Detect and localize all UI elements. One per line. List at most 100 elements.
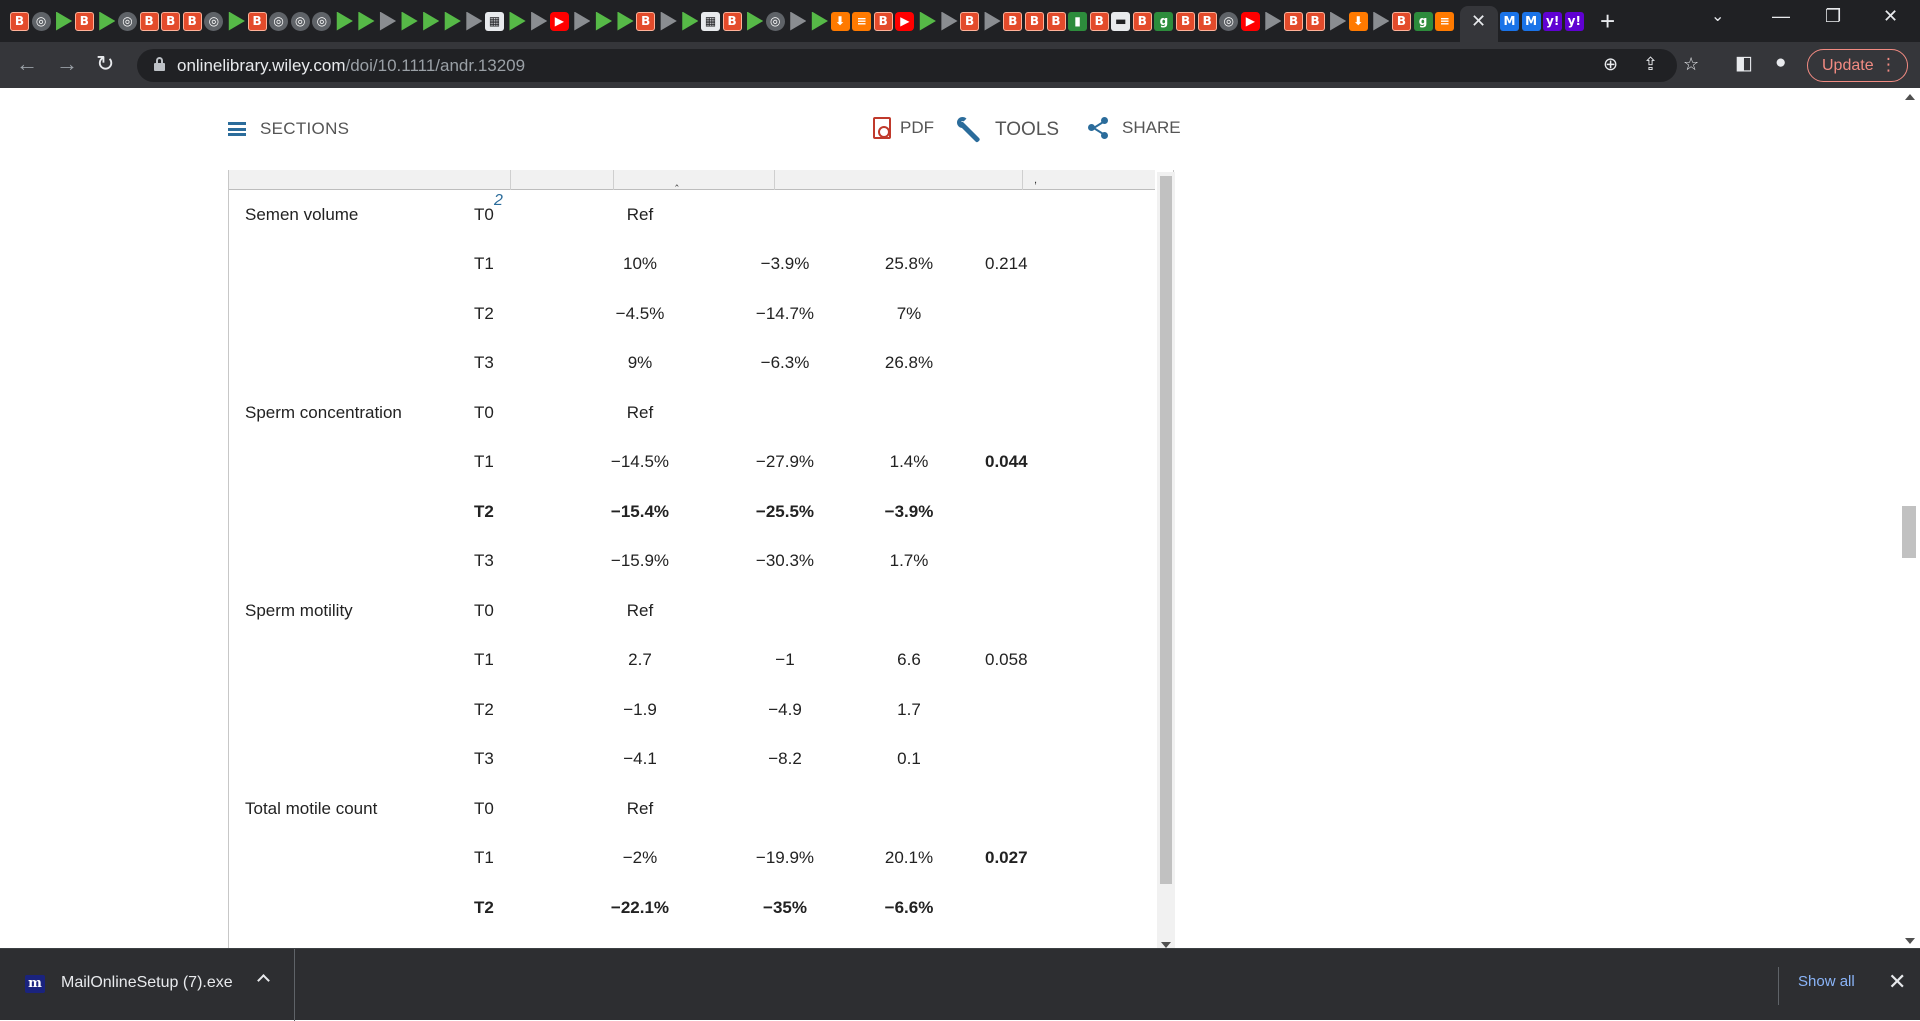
reload-icon[interactable]: ↻ (96, 51, 114, 77)
new-tab-button[interactable]: + (1600, 6, 1615, 37)
back-arrow-icon[interactable]: ← (16, 51, 38, 77)
tools-button[interactable]: TOOLS (957, 117, 1059, 143)
tab-favicon-icon[interactable]: B (873, 11, 893, 31)
tab-favicon-icon[interactable] (660, 11, 677, 31)
tab-favicon-icon[interactable] (401, 11, 418, 31)
tab-favicon-icon[interactable]: ▶ (1240, 11, 1260, 31)
tab-favicon-icon[interactable] (919, 11, 936, 31)
tab-favicon-icon[interactable]: ◎ (204, 11, 224, 31)
share-button[interactable]: SHARE (1088, 117, 1181, 139)
tab-favicon-icon[interactable]: ▬ (1111, 11, 1131, 31)
tab-favicon-icon[interactable]: ◎ (1219, 11, 1239, 31)
tab-favicon-icon[interactable] (228, 11, 245, 31)
tab-favicon-icon[interactable] (99, 11, 116, 31)
tab-favicon-icon[interactable] (1265, 11, 1282, 31)
tab-favicon-icon[interactable]: ▮ (1068, 11, 1088, 31)
table-scrollbar-thumb[interactable] (1160, 176, 1172, 884)
chevron-up-icon[interactable] (257, 974, 270, 987)
tab-favicon-icon[interactable]: ◎ (312, 11, 332, 31)
tab-favicon-icon[interactable]: M (1521, 11, 1541, 31)
close-tab-icon[interactable]: ✕ (1471, 11, 1486, 32)
tab-favicon-icon[interactable]: B (74, 11, 94, 31)
tab-favicon-icon[interactable]: B (1392, 11, 1411, 31)
tab-favicon-icon[interactable] (531, 11, 548, 31)
side-panel-icon[interactable]: ◧ (1735, 52, 1753, 75)
tab-favicon-icon[interactable]: ▶ (549, 11, 569, 31)
tab-favicon-icon[interactable]: B (1197, 11, 1217, 31)
tab-favicon-icon[interactable] (941, 11, 958, 31)
table-scrollbar[interactable] (1157, 172, 1175, 948)
address-bar[interactable]: onlinelibrary.wiley.com/doi/10.1111/andr… (137, 49, 1699, 82)
tab-favicon-icon[interactable] (444, 11, 461, 31)
tab-favicon-icon[interactable]: y! (1564, 11, 1584, 31)
tab-favicon-icon[interactable]: B (139, 11, 159, 31)
share-page-icon[interactable]: ⇪ (1643, 54, 1658, 75)
tab-favicon-icon[interactable]: ▦ (485, 11, 505, 31)
tab-favicon-icon[interactable]: ⬇ (1348, 11, 1368, 31)
tab-favicon-icon[interactable]: B (1132, 11, 1152, 31)
lock-icon[interactable] (154, 57, 165, 71)
tab-favicon-icon[interactable]: y! (1543, 11, 1563, 31)
tab-favicon-icon[interactable] (358, 11, 375, 31)
url-text[interactable]: onlinelibrary.wiley.com/doi/10.1111/andr… (177, 56, 525, 76)
tab-favicon-icon[interactable] (336, 11, 353, 31)
tab-favicon-icon[interactable]: ◎ (117, 11, 137, 31)
tab-favicon-icon[interactable]: ▦ (701, 11, 720, 31)
footnote-link[interactable]: 2 (494, 192, 503, 210)
tab-favicon-icon[interactable]: B (1176, 11, 1196, 31)
menu-dots-icon[interactable]: ⋮ (1880, 55, 1897, 75)
tab-favicon-icon[interactable]: ◎ (31, 11, 51, 31)
tab-favicon-icon[interactable] (423, 11, 440, 31)
tab-favicon-icon[interactable]: M (1500, 11, 1519, 31)
tab-favicon-icon[interactable] (56, 11, 73, 31)
page-scrollbar[interactable] (1900, 88, 1920, 948)
tab-favicon-icon[interactable]: B (1024, 11, 1044, 31)
page-scrollbar-thumb[interactable] (1902, 506, 1916, 558)
pdf-button[interactable]: PDF (873, 117, 934, 139)
tab-favicon-icon[interactable] (682, 11, 699, 31)
tab-favicon-icon[interactable]: ◎ (765, 11, 785, 31)
tab-favicon-icon[interactable] (379, 11, 397, 31)
close-window-icon[interactable]: ✕ (1883, 6, 1898, 27)
tab-favicon-icon[interactable]: ◎ (290, 11, 310, 31)
tab-favicon-icon[interactable] (617, 11, 634, 31)
tab-favicon-icon[interactable]: ◎ (269, 11, 289, 31)
tab-favicon-icon[interactable]: B (161, 11, 181, 31)
tab-favicon-icon[interactable]: B (636, 11, 656, 31)
tab-favicon-icon[interactable]: B (1046, 11, 1066, 31)
tab-favicon-icon[interactable] (466, 11, 483, 31)
tab-favicon-icon[interactable] (1330, 11, 1347, 31)
tab-favicon-icon[interactable]: B (1284, 11, 1304, 31)
download-item[interactable]: m MailOnlineSetup (7).exe (0, 949, 295, 1021)
tab-favicon-icon[interactable] (595, 11, 613, 31)
tab-search-chevron-icon[interactable]: ⌄ (1711, 6, 1724, 26)
close-icon[interactable]: ✕ (1888, 969, 1906, 995)
tab-favicon-icon[interactable] (574, 11, 591, 31)
tab-favicon-icon[interactable] (790, 11, 807, 31)
tab-favicon-icon[interactable]: B (1305, 11, 1325, 31)
minimize-window-icon[interactable]: — (1772, 6, 1790, 27)
tab-favicon-icon[interactable]: g (1154, 11, 1174, 31)
tab-favicon-icon[interactable]: B (247, 11, 267, 31)
show-all-downloads-link[interactable]: Show all (1798, 973, 1855, 990)
tab-favicon-icon[interactable] (1373, 11, 1390, 31)
tab-favicon-icon[interactable]: ≡ (1435, 11, 1455, 31)
profile-avatar-icon[interactable]: ● (1775, 52, 1786, 74)
sections-button[interactable]: SECTIONS (228, 119, 349, 139)
bookmark-star-icon[interactable]: ☆ (1683, 54, 1699, 75)
tab-favicon-icon[interactable]: B (722, 11, 742, 31)
tab-favicon-icon[interactable]: B (1003, 11, 1023, 31)
tab-favicon-icon[interactable]: B (10, 11, 29, 31)
zoom-icon[interactable]: ⊕ (1603, 54, 1618, 75)
update-button[interactable]: Update ⋮ (1807, 49, 1908, 82)
page-scroll-down-arrow-icon[interactable] (1905, 938, 1915, 944)
tab-favicon-icon[interactable]: g (1413, 11, 1433, 31)
tab-favicon-icon[interactable]: ≡ (852, 11, 872, 31)
active-tab[interactable]: ✕ (1460, 6, 1498, 42)
restore-window-icon[interactable]: ❐ (1825, 6, 1841, 27)
tab-favicon-icon[interactable]: B (182, 11, 202, 31)
tab-favicon-icon[interactable] (509, 11, 526, 31)
download-file-name[interactable]: MailOnlineSetup (7).exe (61, 974, 233, 992)
tab-favicon-icon[interactable] (747, 11, 764, 31)
tab-favicon-icon[interactable]: ▶ (895, 11, 915, 31)
